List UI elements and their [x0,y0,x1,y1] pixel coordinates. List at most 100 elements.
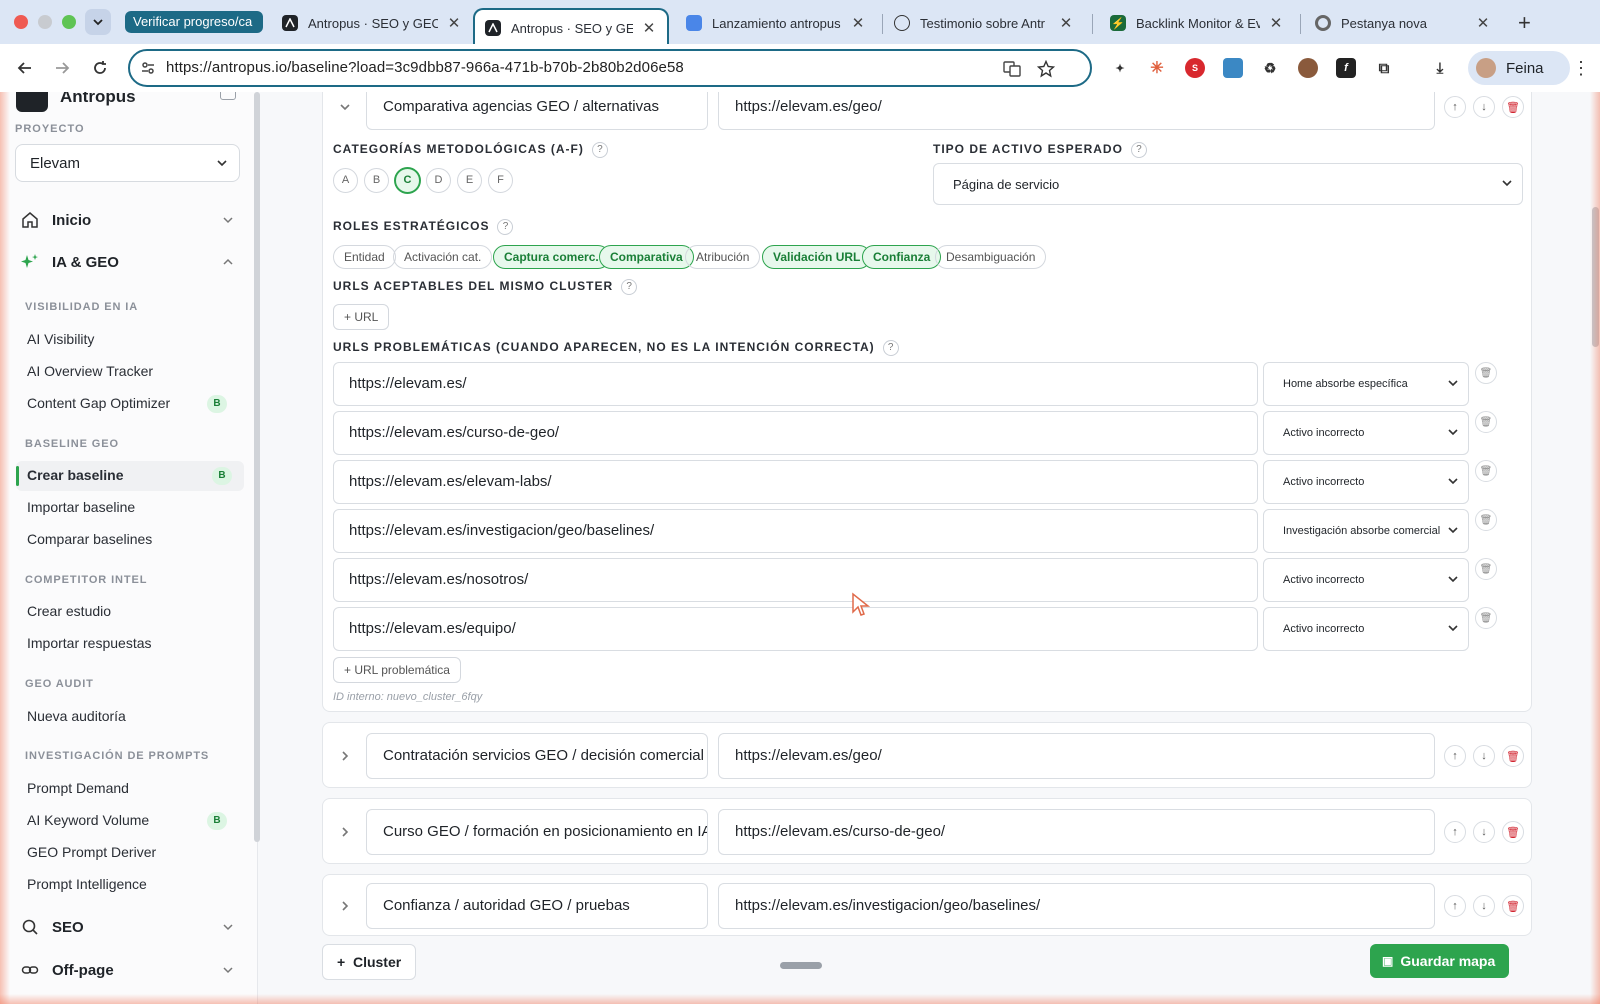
move-down-button[interactable]: ↓ [1473,821,1495,843]
sidebar-item-ai-overview[interactable]: AI Overview Tracker [27,363,239,379]
sidebar-item-geo-prompt-deriver[interactable]: GEO Prompt Deriver [27,844,239,860]
extension-mask-icon[interactable]: ✦ [1110,58,1130,78]
extension-cookie-icon[interactable] [1298,58,1318,78]
address-bar[interactable]: https://antropus.io/baseline?load=3c9dbb… [128,49,1092,87]
problematic-url-input[interactable]: https://elevam.es/equipo/ [333,607,1258,651]
delete-cluster-button[interactable]: 🗑 [1502,96,1524,118]
close-tab-icon[interactable]: ✕ [1268,14,1284,32]
tab-search-button[interactable] [85,9,111,35]
sidebar-item-prompt-intelligence[interactable]: Prompt Intelligence [27,876,239,892]
delete-problematic-url-button[interactable]: 🗑 [1475,509,1497,531]
sidebar-item-nueva-auditoria[interactable]: Nueva auditoría [27,708,239,724]
tab-antropus-active[interactable]: Antropus · SEO y GEO ✕ [473,8,669,46]
delete-problematic-url-button[interactable]: 🗑 [1475,558,1497,580]
problematic-reason-select[interactable]: Activo incorrecto [1263,607,1469,651]
site-settings-icon[interactable] [140,60,156,81]
sidebar-item-ai-keyword-volume[interactable]: AI Keyword Volume B [27,812,239,830]
help-icon[interactable]: ? [497,219,514,235]
minimize-window-button[interactable] [38,15,52,29]
extension-font-icon[interactable]: f [1336,58,1356,78]
role-desambiguacion[interactable]: Desambiguación [935,245,1047,269]
category-a-toggle[interactable]: A [333,168,358,193]
move-up-button[interactable]: ↑ [1444,821,1466,843]
close-tab-icon[interactable]: ✕ [641,19,657,37]
maximize-window-button[interactable] [62,15,76,29]
move-up-button[interactable]: ↑ [1444,745,1466,767]
cluster-url-input[interactable]: https://elevam.es/geo/ [718,92,1435,130]
move-down-button[interactable]: ↓ [1473,745,1495,767]
horizontal-scroll-handle[interactable] [780,962,822,969]
role-activacion[interactable]: Activación cat. [393,245,493,269]
translate-icon[interactable] [1002,59,1022,79]
sidebar-item-ai-visibility[interactable]: AI Visibility [27,331,239,347]
tab-testimonio[interactable]: Testimonio sobre Antr ✕ [884,6,1084,40]
brand[interactable]: Antropus [16,92,136,112]
delete-cluster-button[interactable]: 🗑 [1502,745,1524,767]
problematic-reason-select[interactable]: Investigación absorbe comercial [1263,509,1469,553]
role-confianza[interactable]: Confianza [862,245,942,269]
close-tab-icon[interactable]: ✕ [446,14,462,32]
problematic-reason-select[interactable]: Activo incorrecto [1263,558,1469,602]
extension-recycle-icon[interactable]: ♻ [1260,58,1280,78]
sidebar-item-comparar-baselines[interactable]: Comparar baselines [27,531,239,547]
sidebar-item-crear-estudio[interactable]: Crear estudio [27,603,239,619]
extension-seo-icon[interactable]: S [1185,58,1205,78]
category-c-toggle[interactable]: C [395,168,420,193]
cluster-name-input[interactable]: Contratación servicios GEO / decisión co… [366,733,708,779]
back-button[interactable] [13,56,37,80]
problematic-url-input[interactable]: https://elevam.es/investigacion/geo/base… [333,509,1258,553]
reload-button[interactable] [88,56,112,80]
forward-button[interactable] [50,56,74,80]
sidebar-item-content-gap[interactable]: Content Gap Optimizer B [27,395,239,413]
problematic-url-input[interactable]: https://elevam.es/curso-de-geo/ [333,411,1258,455]
delete-problematic-url-button[interactable]: 🗑 [1475,607,1497,629]
role-comparativa[interactable]: Comparativa [599,245,694,269]
problematic-reason-select[interactable]: Activo incorrecto [1263,460,1469,504]
category-f-toggle[interactable]: F [488,168,513,193]
problematic-url-input[interactable]: https://elevam.es/ [333,362,1258,406]
project-select[interactable]: Elevam [15,144,240,182]
expand-cluster-button[interactable] [335,822,355,842]
role-entidad[interactable]: Entidad [333,245,396,269]
collapse-cluster-button[interactable] [335,97,355,117]
asset-type-select[interactable]: Página de servicio [933,163,1523,205]
sidebar-item-off-page[interactable]: Off-page [20,960,238,980]
tab-lanzamiento[interactable]: Lanzamiento antropus ✕ [676,6,876,40]
role-captura[interactable]: Captura comerc. [493,245,610,269]
delete-cluster-button[interactable]: 🗑 [1502,895,1524,917]
delete-cluster-button[interactable]: 🗑 [1502,821,1524,843]
help-icon[interactable]: ? [621,279,638,295]
sidebar-toggle-icon[interactable] [220,92,236,100]
tab-nueva[interactable]: Pestanya nova ✕ [1305,6,1501,40]
add-problematic-url-button[interactable]: + URL problemática [333,657,461,683]
close-tab-icon[interactable]: ✕ [1058,14,1074,32]
help-icon[interactable]: ? [882,340,899,356]
close-tab-icon[interactable]: ✕ [850,14,866,32]
problematic-reason-select[interactable]: Activo incorrecto [1263,411,1469,455]
help-icon[interactable]: ? [591,142,608,158]
add-acceptable-url-button[interactable]: + URL [333,304,390,330]
tab-antropus-1[interactable]: Antropus · SEO y GEO ✕ [272,6,472,40]
category-b-toggle[interactable]: B [364,168,389,193]
extensions-puzzle-icon[interactable]: ⧉ [1374,58,1394,78]
role-atribucion[interactable]: Atribución [685,245,761,269]
sidebar-item-importar-respuestas[interactable]: Importar respuestas [27,635,239,651]
help-icon[interactable]: ? [1130,142,1147,158]
cluster-name-input[interactable]: Curso GEO / formación en posicionamiento… [366,809,708,855]
downloads-icon[interactable]: ⤓ [1430,58,1450,78]
expand-cluster-button[interactable] [335,896,355,916]
move-down-button[interactable]: ↓ [1473,96,1495,118]
close-window-button[interactable] [14,15,28,29]
extension-claude-icon[interactable]: ✳ [1147,58,1167,78]
bookmark-star-icon[interactable] [1036,59,1056,79]
sidebar-item-seo[interactable]: SEO [20,917,238,937]
tab-group-chip[interactable]: Verificar progreso/ca [125,11,263,33]
category-e-toggle[interactable]: E [457,168,482,193]
move-up-button[interactable]: ↑ [1444,895,1466,917]
delete-problematic-url-button[interactable]: 🗑 [1475,460,1497,482]
save-map-button[interactable]: ▣ Guardar mapa [1370,944,1510,978]
cluster-url-input[interactable]: https://elevam.es/investigacion/geo/base… [718,883,1435,929]
cluster-url-input[interactable]: https://elevam.es/curso-de-geo/ [718,809,1435,855]
sidebar-item-ia-geo[interactable]: IA & GEO [20,252,238,272]
extension-blue-icon[interactable] [1223,58,1243,78]
